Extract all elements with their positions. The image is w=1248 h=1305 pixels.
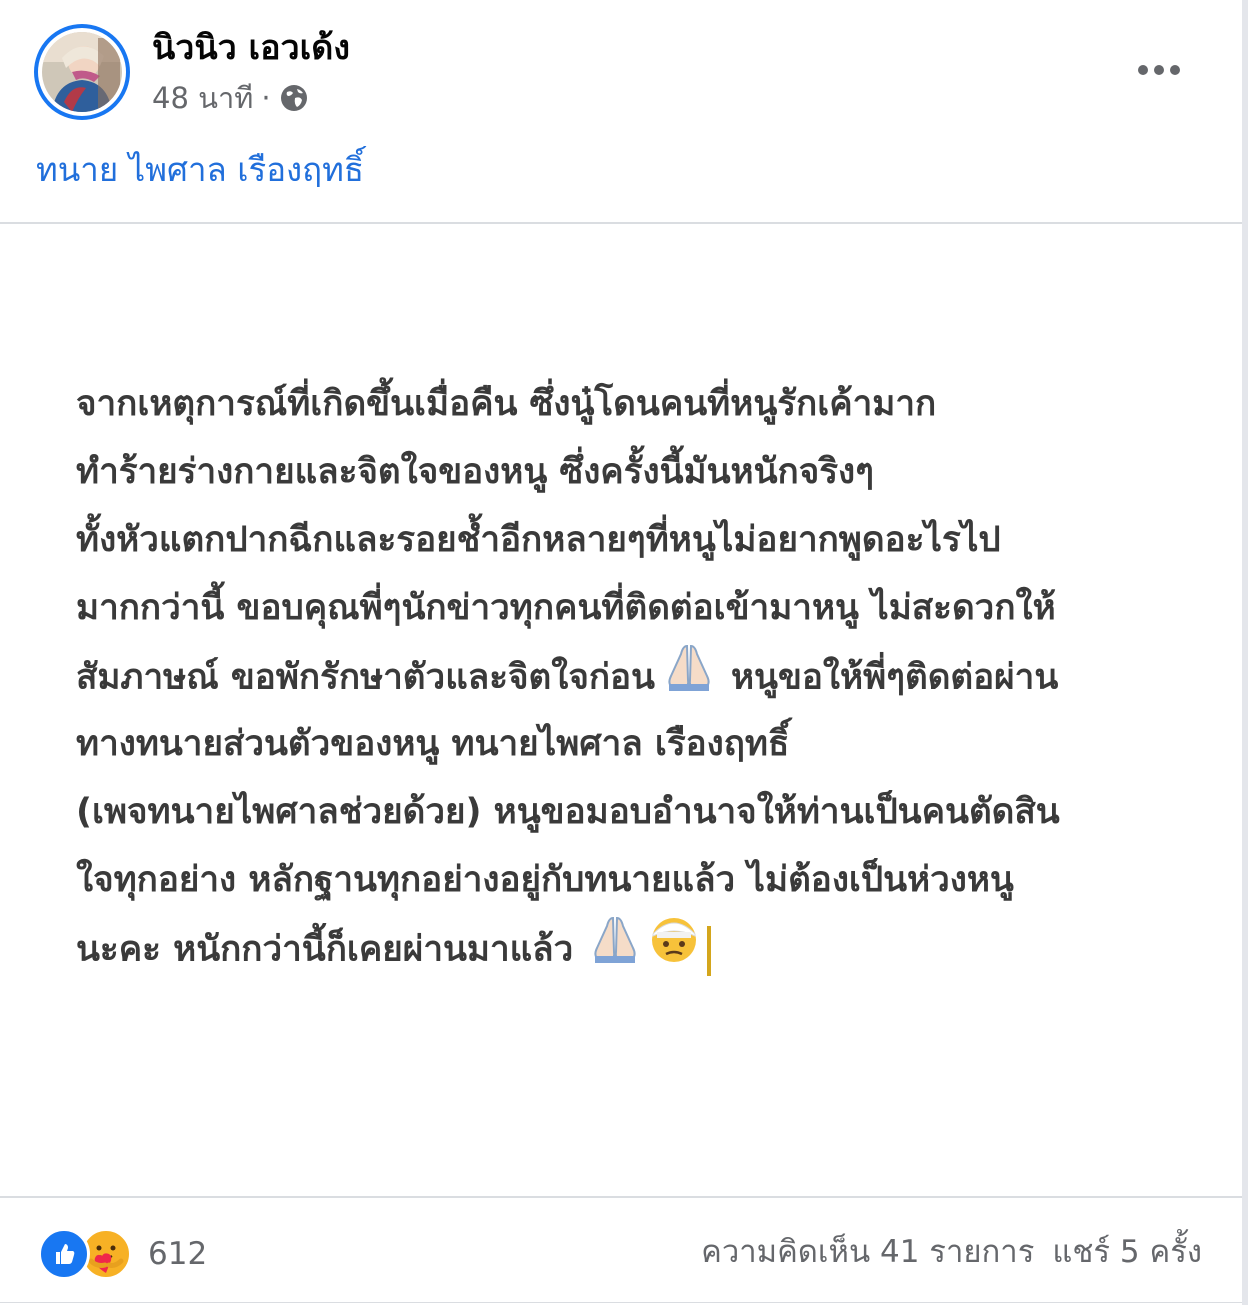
- reaction-count: 612: [148, 1236, 208, 1272]
- post-line-with-emoji: สัมภาษณ์ ขอพักรักษาตัวและจิตใจก่อน หนูขอใ…: [76, 642, 1196, 710]
- like-icon: [38, 1228, 90, 1280]
- post-line-with-emoji: นะคะ หนักกว่านี้ก็เคยผ่านมาแล้ว: [76, 914, 1196, 982]
- text-cursor: [707, 925, 712, 976]
- shares-count-link[interactable]: แชร์ 5 ครั้ง: [1052, 1232, 1202, 1272]
- post-header: นิวนิว เอวเด้ง 48 นาที · ทนาย ไพศาล เรือ…: [0, 0, 1242, 222]
- post-line: ทางทนายส่วนตัวของหนู ทนายไพศาล เรืองฤทธิ…: [76, 724, 790, 764]
- post-time[interactable]: 48 นาที: [152, 78, 253, 118]
- post-line: (เพจทนายไพศาลช่วยด้วย) หนูขอมอบอำนาจให้ท…: [76, 792, 1060, 832]
- folded-hands-icon: [661, 642, 717, 715]
- more-dots-icon: [1138, 65, 1180, 75]
- post-image[interactable]: จากเหตุการณ์ที่เกิดขึ้นเมื่อคืน ซึ่งนู๋โ…: [0, 224, 1242, 1196]
- post-line: ทำร้ายร่างกายและจิตใจของหนู ซึ่งครั้งนี้…: [76, 452, 874, 492]
- post-line: มากกว่านี้ ขอบคุณพี่ๆนักข่าวทุกคนที่ติดต…: [76, 588, 1056, 628]
- post-line-part: นะคะ หนักกว่านี้ก็เคยผ่านมาแล้ว: [76, 929, 574, 970]
- post-line: จากเหตุการณ์ที่เกิดขึ้นเมื่อคืน ซึ่งนู๋โ…: [76, 384, 937, 424]
- author-name[interactable]: นิวนิว เอวเด้ง: [152, 26, 350, 70]
- folded-hands-icon: [587, 914, 643, 987]
- more-options-button[interactable]: [1128, 50, 1190, 90]
- post-footer: 612 ความคิดเห็น 41 รายการ แชร์ 5 ครั้ง: [0, 1198, 1242, 1305]
- post-line: ใจทุกอย่าง หลักฐานทุกอย่างอยู่กับทนายแล้…: [76, 860, 1014, 900]
- author-avatar[interactable]: [34, 24, 130, 120]
- globe-icon[interactable]: [279, 83, 309, 113]
- post-meta: 48 นาที ·: [152, 78, 309, 118]
- avatar-image: [42, 32, 122, 112]
- reactions-summary[interactable]: 612: [38, 1228, 207, 1280]
- comments-count-link[interactable]: ความคิดเห็น 41 รายการ: [701, 1232, 1034, 1272]
- engagement-stats: ความคิดเห็น 41 รายการ แชร์ 5 ครั้ง: [701, 1232, 1202, 1272]
- tagged-page-link[interactable]: ทนาย ไพศาล เรืองฤทธิ์: [36, 148, 364, 192]
- post-line-part: สัมภาษณ์ ขอพักรักษาตัวและจิตใจก่อน: [76, 657, 655, 698]
- post-text-block: จากเหตุการณ์ที่เกิดขึ้นเมื่อคืน ซึ่งนู๋โ…: [76, 370, 1196, 982]
- post-line: ทั้งหัวแตกปากฉีกและรอยช้ำอีกหลายๆที่หนูไ…: [76, 520, 1001, 560]
- post-line-part: หนูขอให้พี่ๆติดต่อผ่าน: [730, 657, 1059, 698]
- right-scroll-edge: [1242, 0, 1248, 1305]
- meta-separator: ·: [261, 81, 271, 115]
- head-bandage-face-icon: [649, 914, 699, 987]
- footer-divider: [0, 1302, 1242, 1303]
